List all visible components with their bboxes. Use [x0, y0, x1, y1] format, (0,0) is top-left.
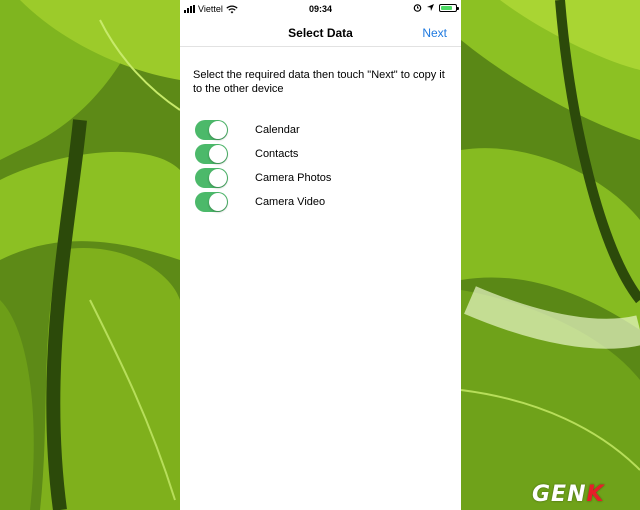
option-camera-video: Camera Video [195, 190, 445, 214]
next-button[interactable]: Next [422, 26, 447, 40]
option-contacts: Contacts [195, 142, 445, 166]
watermark-main: GEN [532, 482, 587, 507]
toggle-knob [209, 145, 227, 163]
camera-photos-toggle[interactable] [195, 168, 228, 188]
option-calendar: Calendar [195, 118, 445, 142]
option-label: Contacts [255, 148, 299, 160]
location-icon [427, 4, 434, 11]
option-label: Camera Video [255, 196, 326, 208]
option-label: Calendar [255, 124, 300, 136]
navigation-bar: Select Data Next [180, 20, 461, 47]
watermark-accent: K [586, 482, 605, 507]
contacts-toggle[interactable] [195, 144, 228, 164]
data-options-list: Calendar Contacts Camera Photos Camera V… [195, 118, 445, 214]
toggle-knob [209, 169, 227, 187]
status-right [413, 3, 459, 12]
instructions-text: Select the required data then touch "Nex… [193, 69, 445, 95]
toggle-knob [209, 193, 227, 211]
alarm-icon [413, 4, 422, 12]
page-title: Select Data [288, 26, 353, 40]
status-bar: Viettel 09:34 [180, 0, 461, 20]
option-camera-photos: Camera Photos [195, 166, 445, 190]
option-label: Camera Photos [255, 172, 332, 184]
camera-video-toggle[interactable] [195, 192, 228, 212]
genk-watermark-logo: GENK [532, 482, 605, 507]
phone-screen: Viettel 09:34 Select Data Next Select th… [180, 0, 461, 510]
battery-icon [439, 3, 459, 12]
toggle-knob [209, 121, 227, 139]
calendar-toggle[interactable] [195, 120, 228, 140]
